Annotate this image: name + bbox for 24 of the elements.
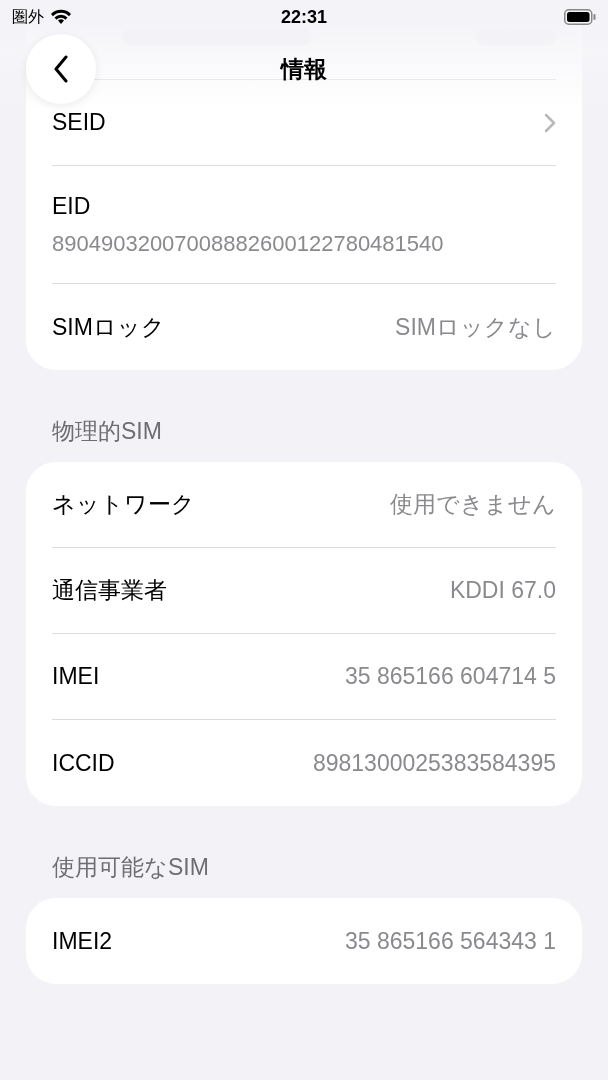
chevron-left-icon	[53, 55, 69, 83]
row-label: IMEI2	[52, 926, 113, 956]
row-value: 35 865166 604714 5	[344, 662, 556, 692]
row-label: ICCID	[52, 748, 115, 778]
row-value: SIMロックなし	[395, 312, 556, 342]
battery-icon	[564, 9, 596, 25]
row-value: 使用できません	[390, 490, 556, 520]
status-time: 22:31	[281, 5, 327, 29]
row-value: 35 865166 564343 1	[344, 926, 556, 956]
carrier-text: 圏外	[12, 7, 44, 27]
row-label: EID	[52, 191, 92, 221]
row-value: KDDI 67.0	[449, 576, 556, 606]
row-label: 通信事業者	[52, 576, 167, 606]
section-header: 使用可能なSIM	[52, 852, 209, 882]
nav-title: 情報	[281, 54, 327, 84]
row-label: SIMロック	[52, 312, 165, 342]
row-label: ネットワーク	[52, 490, 195, 520]
row-value: 8981300025383584395	[312, 748, 556, 778]
row-label: SEID	[52, 108, 106, 138]
section-header: 物理的SIM	[52, 416, 162, 446]
row-value: 89049032007008882600122780481540	[52, 230, 445, 259]
chevron-right-icon	[544, 112, 556, 133]
wifi-icon	[50, 9, 72, 25]
row-label: IMEI	[52, 662, 100, 692]
